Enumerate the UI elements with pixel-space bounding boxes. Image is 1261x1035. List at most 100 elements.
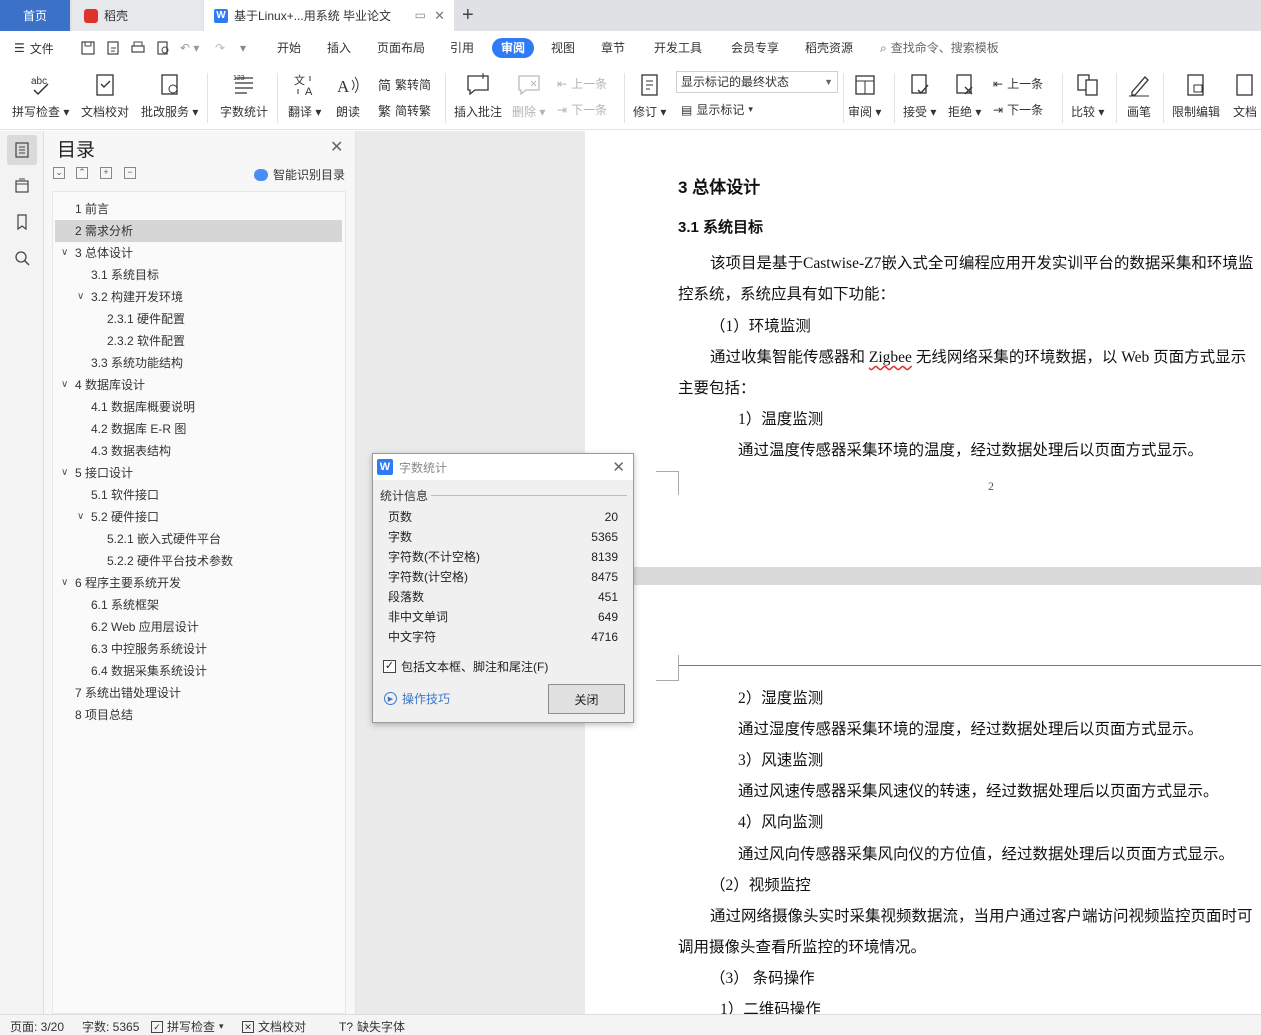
- menu-tab-view[interactable]: 视图: [551, 38, 575, 58]
- trad-to-simp-button[interactable]: 简 繁转简: [378, 75, 431, 94]
- toc-item[interactable]: 4.3 数据表结构: [55, 440, 342, 462]
- spellcheck-button[interactable]: abc 拼写检查 ▾: [12, 70, 69, 119]
- word-count-indicator[interactable]: 字数: 5365: [82, 1018, 139, 1035]
- toc-item[interactable]: 3.3 系统功能结构: [55, 352, 342, 374]
- toc-item[interactable]: ∨ 4 数据库设计: [55, 374, 342, 396]
- redo-icon[interactable]: ↷: [215, 31, 225, 65]
- next-change-button[interactable]: ⇥ 下一条: [993, 101, 1043, 118]
- wordcount-button[interactable]: 123 字数统计: [220, 70, 268, 119]
- batch-service-button[interactable]: 批改服务 ▾: [141, 70, 198, 119]
- toc-item[interactable]: 7 系统出错处理设计: [55, 682, 342, 704]
- menu-tab-review[interactable]: 审阅: [492, 38, 535, 58]
- toc-item[interactable]: 6.4 数据采集系统设计: [55, 660, 342, 682]
- page-indicator[interactable]: 页面: 3/20: [10, 1018, 64, 1035]
- chevron-down-icon[interactable]: ∨: [61, 462, 68, 484]
- toc-item[interactable]: 2 需求分析: [55, 220, 342, 242]
- toc-item[interactable]: ∨ 3 总体设计: [55, 242, 342, 264]
- prev-change-button[interactable]: ⇤ 上一条: [993, 75, 1043, 92]
- pen-button[interactable]: 画笔: [1125, 70, 1153, 119]
- chevron-down-icon[interactable]: ∨: [61, 242, 68, 264]
- more-menu-icon[interactable]: ▾: [240, 31, 246, 65]
- prev-comment-button[interactable]: ⇤ 上一条: [557, 75, 607, 92]
- command-search[interactable]: ⌕ 查找命令、搜索模板: [880, 38, 999, 58]
- include-textbox-checkbox[interactable]: ✓ 包括文本框、脚注和尾注(F): [383, 658, 548, 675]
- toc-close-icon[interactable]: ✕: [330, 137, 343, 157]
- toc-item[interactable]: 4.2 数据库 E-R 图: [55, 418, 342, 440]
- show-markup-button[interactable]: ▤ 显示标记 ▾: [681, 101, 753, 118]
- menu-tab-developer[interactable]: 开发工具: [654, 38, 702, 58]
- next-comment-button[interactable]: ⇥ 下一条: [557, 101, 607, 118]
- tab-close-icon[interactable]: ✕: [434, 8, 445, 24]
- menu-tab-references[interactable]: 引用: [450, 38, 474, 58]
- dialog-close-button[interactable]: 关闭: [548, 684, 625, 714]
- dialog-titlebar[interactable]: W 字数统计 ✕: [373, 454, 633, 480]
- document-more-button[interactable]: 文档: [1231, 70, 1259, 119]
- save-icon[interactable]: [80, 40, 96, 56]
- toc-item[interactable]: 5.2.2 硬件平台技术参数: [55, 550, 342, 572]
- chevron-down-icon[interactable]: ∨: [77, 286, 84, 308]
- print-icon[interactable]: [130, 40, 146, 56]
- document-page[interactable]: 3 总体设计 3.1 系统目标 该项目是基于Castwise-Z7嵌入式全可编程…: [585, 131, 1261, 1014]
- restrict-editing-button[interactable]: 限制编辑: [1172, 70, 1220, 119]
- add-heading-icon[interactable]: +: [100, 167, 112, 179]
- tab-home[interactable]: 首页: [0, 0, 70, 31]
- chevron-down-icon[interactable]: ∨: [61, 572, 68, 594]
- menu-tab-chapter[interactable]: 章节: [601, 38, 625, 58]
- remove-heading-icon[interactable]: −: [124, 167, 136, 179]
- tab-pin-icon[interactable]: ▭: [415, 8, 426, 22]
- menu-tab-home[interactable]: 开始: [277, 38, 301, 58]
- file-menu-button[interactable]: ☰ 文件: [14, 31, 54, 65]
- undo-icon[interactable]: ↶ ▾: [180, 31, 199, 65]
- insert-comment-button[interactable]: 插入批注: [454, 70, 502, 119]
- review-pane-button[interactable]: 审阅 ▾: [848, 70, 881, 119]
- chapter-nav-icon[interactable]: [7, 171, 37, 201]
- toc-item[interactable]: 5.2.1 嵌入式硬件平台: [55, 528, 342, 550]
- toc-item[interactable]: ∨ 5 接口设计: [55, 462, 342, 484]
- accept-button[interactable]: 接受 ▾: [903, 70, 936, 119]
- markup-display-select[interactable]: 显示标记的最终状态 ▼: [676, 71, 838, 93]
- tab-document[interactable]: W 基于Linux+...用系统 毕业论文 ▭ ✕: [204, 0, 454, 31]
- menu-tab-daoke-resources[interactable]: 稻壳资源: [805, 38, 853, 58]
- bookmark-icon[interactable]: [7, 207, 37, 237]
- track-changes-button[interactable]: 修订 ▾: [633, 70, 666, 119]
- spelling-error-word[interactable]: Zigbee: [869, 349, 912, 366]
- tab-daoke[interactable]: 稻壳: [72, 0, 203, 31]
- find-icon[interactable]: [7, 243, 37, 273]
- toc-item[interactable]: 2.3.2 软件配置: [55, 330, 342, 352]
- toc-item[interactable]: 4.1 数据库概要说明: [55, 396, 342, 418]
- menu-tab-layout[interactable]: 页面布局: [377, 38, 425, 58]
- tips-link[interactable]: ▶ 操作技巧: [384, 690, 450, 707]
- toc-item[interactable]: ∨ 3.2 构建开发环境: [55, 286, 342, 308]
- toc-item[interactable]: ∨ 6 程序主要系统开发: [55, 572, 342, 594]
- expand-up-icon[interactable]: ⌃: [76, 167, 88, 179]
- dialog-close-icon[interactable]: ✕: [612, 458, 625, 476]
- chevron-down-icon[interactable]: ∨: [61, 374, 68, 396]
- compare-button[interactable]: 比较 ▾: [1071, 70, 1104, 119]
- toc-item[interactable]: 3.1 系统目标: [55, 264, 342, 286]
- translate-button[interactable]: 文A 翻译 ▾: [288, 70, 321, 119]
- simp-to-trad-button[interactable]: 繁 简转繁: [378, 101, 431, 120]
- toc-item[interactable]: 2.3.1 硬件配置: [55, 308, 342, 330]
- toc-item[interactable]: 6.1 系统框架: [55, 594, 342, 616]
- print-preview-icon[interactable]: [155, 40, 171, 56]
- chevron-down-icon[interactable]: ∨: [77, 506, 84, 528]
- checkbox-box[interactable]: ✓: [383, 660, 396, 673]
- export-pdf-icon[interactable]: [105, 40, 121, 56]
- menu-tab-insert[interactable]: 插入: [327, 38, 351, 58]
- proofread-button[interactable]: 文档校对: [81, 70, 129, 119]
- delete-comment-button[interactable]: 删除 ▾: [512, 70, 545, 119]
- toc-item[interactable]: 6.2 Web 应用层设计: [55, 616, 342, 638]
- toc-item[interactable]: 5.1 软件接口: [55, 484, 342, 506]
- new-tab-plus-icon[interactable]: +: [462, 4, 474, 26]
- proofread-status[interactable]: ✕ 文档校对: [242, 1018, 306, 1035]
- toc-item[interactable]: 1 前言: [55, 198, 342, 220]
- toc-item[interactable]: 8 项目总结: [55, 704, 342, 726]
- menu-tab-member[interactable]: 会员专享: [731, 38, 779, 58]
- toc-panel-icon[interactable]: [7, 135, 37, 165]
- read-aloud-button[interactable]: A 朗读: [334, 70, 362, 119]
- collapse-all-icon[interactable]: ⌄: [53, 167, 65, 179]
- toc-item[interactable]: ∨ 5.2 硬件接口: [55, 506, 342, 528]
- toc-item[interactable]: 6.3 中控服务系统设计: [55, 638, 342, 660]
- spellcheck-status[interactable]: ✓ 拼写检查 ▾: [151, 1018, 224, 1035]
- missing-font-status[interactable]: T? 缺失字体: [339, 1018, 405, 1035]
